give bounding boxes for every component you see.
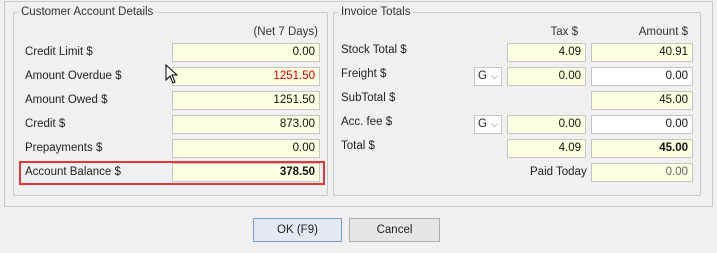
mouse-cursor-icon: [165, 64, 179, 84]
invoice-totals-title: Invoice Totals: [341, 6, 411, 18]
acc-fee-tax-code-value: G: [478, 118, 487, 130]
amount-overdue-field[interactable]: 1251.50: [172, 67, 320, 86]
total-label: Total $: [341, 140, 375, 152]
customer-account-title: Customer Account Details: [21, 6, 154, 18]
freight-amount-field[interactable]: 0.00: [591, 67, 693, 86]
subtotal-label: SubTotal $: [341, 92, 396, 104]
credit-limit-field[interactable]: 0.00: [172, 43, 320, 62]
credit-limit-label: Credit Limit $: [25, 46, 93, 58]
freight-label: Freight $: [341, 68, 387, 80]
account-balance-label: Account Balance $: [25, 166, 121, 178]
chevron-down-icon: ⌵: [491, 119, 498, 129]
freight-tax-code-value: G: [478, 70, 487, 82]
subtotal-amount-field[interactable]: 45.00: [591, 91, 693, 110]
amount-header: Amount $: [638, 26, 688, 38]
freight-tax-field[interactable]: 0.00: [507, 67, 586, 86]
acc-fee-label: Acc. fee $: [341, 116, 393, 128]
credit-label: Credit $: [25, 118, 66, 130]
acc-fee-tax-code-select[interactable]: G ⌵: [474, 115, 502, 134]
net-days-header: (Net 7 Days): [253, 26, 318, 38]
acc-fee-amount-field[interactable]: 0.00: [591, 115, 693, 134]
acc-fee-tax-field[interactable]: 0.00: [507, 115, 586, 134]
stock-total-amount-field[interactable]: 40.91: [591, 43, 693, 62]
total-amount-field[interactable]: 45.00: [591, 139, 693, 158]
tax-header: Tax $: [550, 26, 579, 38]
cancel-button[interactable]: Cancel: [349, 218, 440, 242]
stock-total-label: Stock Total $: [341, 44, 407, 56]
prepayments-field[interactable]: 0.00: [172, 139, 320, 158]
freight-tax-code-select[interactable]: G ⌵: [474, 67, 502, 86]
account-balance-field[interactable]: 378.50: [172, 163, 320, 182]
stock-total-tax-field[interactable]: 4.09: [507, 43, 586, 62]
credit-field[interactable]: 873.00: [172, 115, 320, 134]
total-tax-field[interactable]: 4.09: [507, 139, 586, 158]
ok-button[interactable]: OK (F9): [253, 218, 342, 242]
prepayments-label: Prepayments $: [25, 142, 103, 154]
amount-owed-label: Amount Owed $: [25, 94, 108, 106]
paid-today-label: Paid Today: [530, 166, 587, 178]
paid-today-field[interactable]: 0.00: [591, 163, 693, 182]
amount-owed-field[interactable]: 1251.50: [172, 91, 320, 110]
amount-overdue-label: Amount Overdue $: [25, 70, 122, 82]
chevron-down-icon: ⌵: [491, 71, 498, 81]
